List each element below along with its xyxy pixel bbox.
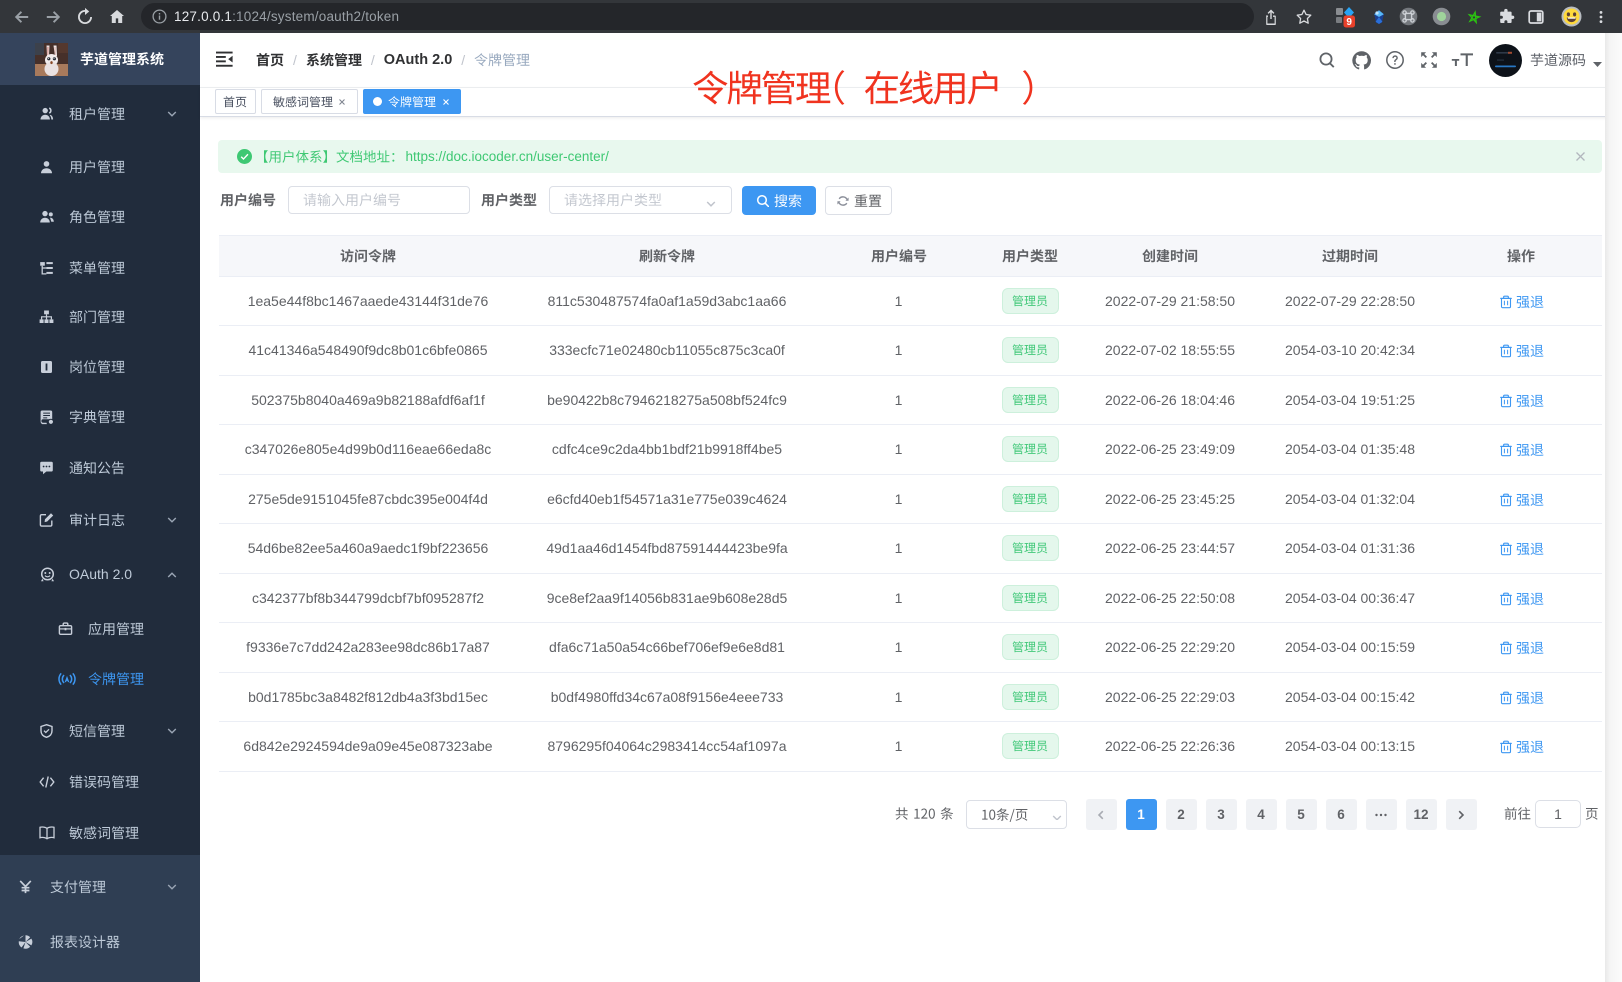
svg-text:9: 9 — [1346, 17, 1352, 28]
